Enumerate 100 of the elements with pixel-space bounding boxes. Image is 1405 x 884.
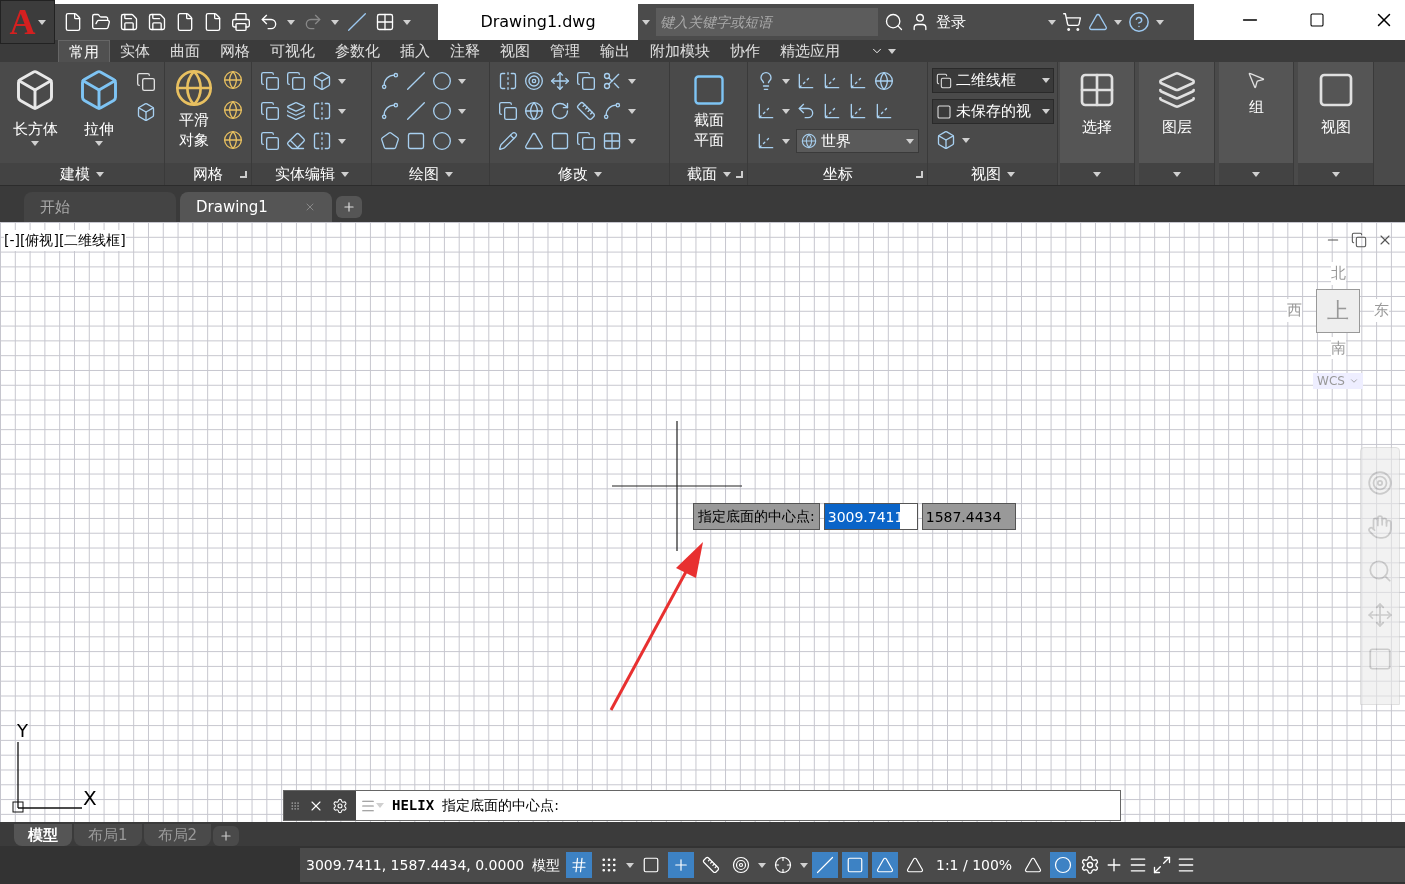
panel-menu-icon[interactable]	[444, 171, 453, 177]
caret-icon[interactable]	[628, 138, 636, 144]
ribbon-tab[interactable]: 附加模块	[640, 40, 720, 62]
caret-icon[interactable]	[782, 108, 790, 114]
ribbon-tab[interactable]: 曲面	[160, 40, 210, 62]
caret-icon[interactable]	[95, 140, 103, 146]
layers-icon[interactable]	[286, 101, 306, 121]
file-tab[interactable]: 开始	[24, 192, 176, 222]
ribbon-large-button[interactable]: 截面 平面	[690, 72, 727, 150]
caret-icon[interactable]	[331, 19, 339, 25]
target-icon[interactable]	[524, 71, 544, 91]
panel-menu-icon[interactable]	[96, 171, 104, 177]
new-tab-button[interactable]	[336, 196, 362, 218]
status-toggle[interactable]	[1050, 852, 1077, 878]
restore-icon[interactable]	[1351, 232, 1367, 248]
document-icon[interactable]	[175, 12, 195, 32]
caret-icon[interactable]	[628, 78, 636, 84]
ribbon-tab[interactable]: 网格	[210, 40, 260, 62]
copy-icon[interactable]	[498, 101, 518, 121]
search-field[interactable]: 键入关键字或短语	[656, 8, 878, 36]
panel-menu-icon[interactable]	[1172, 171, 1181, 177]
caret-icon[interactable]	[287, 19, 295, 25]
scissors-icon[interactable]	[602, 71, 622, 91]
ellipse-icon[interactable]	[432, 131, 452, 151]
pentagon-icon[interactable]	[380, 131, 400, 151]
caret-icon[interactable]	[888, 48, 896, 54]
cube-icon[interactable]	[136, 102, 156, 122]
curve-icon[interactable]	[380, 71, 400, 91]
caret-icon[interactable]	[338, 138, 346, 144]
copy-icon[interactable]	[576, 131, 596, 151]
caret-icon[interactable]	[458, 78, 466, 84]
file-tab[interactable]: Drawing1	[180, 192, 332, 222]
panel-menu-icon[interactable]	[1331, 171, 1340, 177]
circle-icon[interactable]	[432, 101, 452, 121]
globe-icon[interactable]	[801, 133, 817, 149]
curve-icon[interactable]	[602, 101, 622, 121]
eraser-icon[interactable]	[286, 131, 306, 151]
launcher-icon[interactable]	[916, 170, 923, 178]
ribbon-tab[interactable]: 输出	[590, 40, 640, 62]
save-icon[interactable]	[119, 12, 139, 32]
caret-icon[interactable]	[403, 19, 411, 25]
move-icon[interactable]	[550, 71, 570, 91]
caret-icon[interactable]	[458, 138, 466, 144]
line-icon[interactable]	[406, 71, 426, 91]
drawing-canvas[interactable]: [-][俯视][二维线框] 北 西 上 东 南 WCS 指定底面的中心点: 3009.7411 1587.4434 Y X HELIX 指定底面的中心点:	[0, 222, 1405, 822]
new-layout-button[interactable]	[213, 826, 240, 846]
caret-icon[interactable]	[758, 862, 766, 868]
sphere-icon[interactable]	[223, 100, 243, 120]
caret-icon[interactable]	[1042, 78, 1050, 83]
print-icon[interactable]	[231, 12, 251, 32]
panel-menu-icon[interactable]	[1093, 171, 1101, 177]
square-icon[interactable]	[550, 131, 570, 151]
sphere-icon[interactable]	[223, 70, 243, 90]
caret-icon[interactable]	[962, 137, 970, 143]
caret-icon[interactable]	[1048, 19, 1056, 25]
y-coordinate-field[interactable]: 1587.4434	[921, 503, 1016, 530]
ribbon-tab[interactable]: 注释	[440, 40, 490, 62]
maximize-icon[interactable]	[1309, 12, 1325, 28]
caret-icon[interactable]	[782, 78, 790, 84]
model-space-button[interactable]: 模型	[530, 854, 562, 876]
launcher-icon[interactable]	[736, 170, 743, 178]
ribbon-tab[interactable]: 协作	[720, 40, 770, 62]
redo-icon[interactable]	[303, 12, 323, 32]
caret-icon[interactable]	[800, 862, 808, 868]
caret-icon[interactable]	[31, 140, 39, 146]
caret-icon[interactable]	[1114, 19, 1122, 25]
triangle-icon[interactable]	[524, 131, 544, 151]
viewport-label[interactable]: [-][俯视][二维线框]	[4, 230, 126, 251]
launcher-icon[interactable]	[240, 170, 247, 178]
help-icon[interactable]	[1128, 11, 1150, 33]
triangle-icon[interactable]	[1088, 12, 1108, 32]
sphere-icon[interactable]	[174, 68, 214, 108]
ribbon-tab[interactable]: 插入	[390, 40, 440, 62]
panel-menu-icon[interactable]	[593, 171, 602, 177]
caret-icon[interactable]	[37, 19, 46, 25]
undo-icon[interactable]	[259, 12, 279, 32]
fullscreen-icon[interactable]	[1152, 855, 1173, 875]
ribbon-tab[interactable]: 参数化	[325, 40, 390, 62]
ribbon-large-button[interactable]: 平滑 对象	[173, 68, 215, 150]
status-toggle[interactable]	[872, 852, 898, 878]
grid-icon[interactable]	[602, 131, 622, 151]
layout-tab[interactable]: 模型	[14, 824, 72, 846]
caret-icon[interactable]	[1156, 19, 1164, 25]
caret-icon[interactable]	[338, 108, 346, 114]
expand-icon[interactable]	[642, 19, 650, 25]
rectangle-icon[interactable]	[406, 131, 426, 151]
status-toggle[interactable]	[812, 852, 838, 878]
line-icon[interactable]	[347, 12, 367, 32]
save-as-icon[interactable]	[147, 12, 167, 32]
cart-icon[interactable]	[1062, 12, 1082, 32]
ribbon-tab[interactable]: 管理	[540, 40, 590, 62]
panel-menu-icon[interactable]	[1252, 171, 1260, 177]
line-icon[interactable]	[406, 101, 426, 121]
status-toggle[interactable]	[566, 852, 592, 878]
ucs-dropdown[interactable]: 世界	[796, 129, 919, 153]
sphere-icon[interactable]	[223, 130, 243, 150]
caret-icon[interactable]	[338, 78, 346, 84]
mirror-icon[interactable]	[498, 71, 518, 91]
settings-icon[interactable]	[1080, 855, 1101, 875]
box-icon[interactable]	[312, 71, 332, 91]
